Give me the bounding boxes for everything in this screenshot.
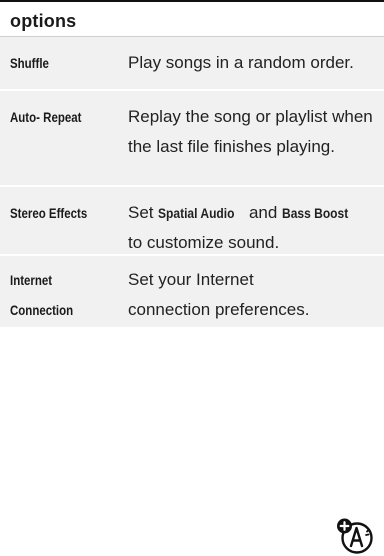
network-feature-icon — [337, 518, 373, 554]
option-description: Set your Internet connection preferences… — [128, 270, 310, 319]
option-name: Stereo Effects — [10, 205, 88, 221]
desc-text: Set — [128, 203, 154, 222]
option-name: Internet Connection — [10, 265, 73, 325]
option-description: Set Spatial Audio and Bass Boost to cust… — [128, 198, 373, 258]
option-name-line2: Connection — [10, 302, 74, 318]
option-description: Play songs in a random order. — [128, 53, 354, 72]
table-header: options — [0, 2, 384, 37]
desc-text: to customize sound. — [128, 233, 280, 252]
bass-boost-term: Bass Boost — [282, 205, 349, 221]
desc-text: and — [248, 203, 278, 222]
option-name: Shuffle — [10, 55, 49, 71]
table-header-title: options — [10, 11, 77, 31]
table-row: Internet Connection Set your Internet con… — [0, 256, 384, 554]
table-row: Shuffle Play songs in a random order. — [0, 37, 384, 91]
option-description: Replay the song or playlist when the las… — [128, 107, 373, 156]
table-row: Stereo Effects Set Spatial Audio and Bas… — [0, 187, 384, 256]
option-name: Auto- Repeat — [10, 109, 82, 125]
spatial-audio-term: Spatial Audio — [158, 205, 235, 221]
options-table: options Shuffle Play songs in a random o… — [0, 0, 384, 554]
table-row: Auto- Repeat Replay the song or playlist… — [0, 91, 384, 187]
option-name-line1: Internet — [10, 272, 53, 288]
